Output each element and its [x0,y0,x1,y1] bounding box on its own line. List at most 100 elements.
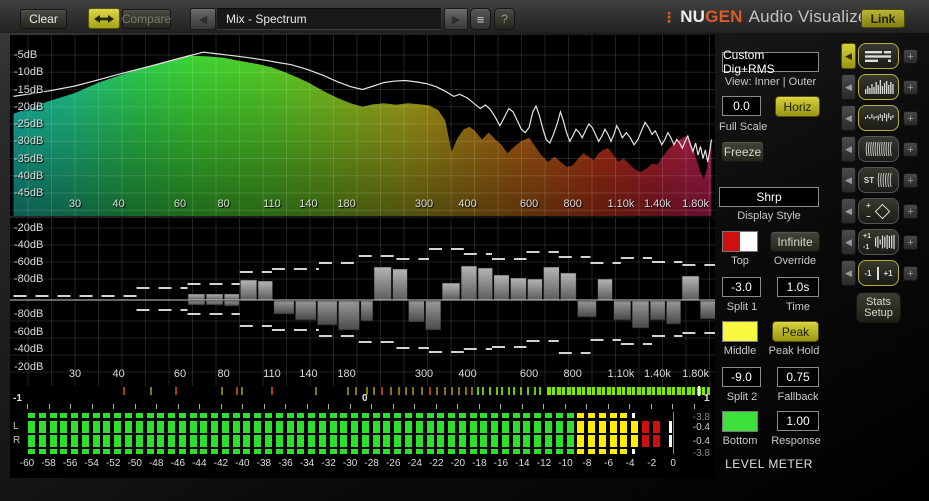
view7-collapse-button[interactable]: ◀ [841,229,856,255]
view7-correlation-history-button[interactable]: +1 -1 [858,229,899,255]
peak-readout-left: -0.4 [692,422,710,433]
view3-difference-button[interactable] [858,105,899,131]
time-value[interactable]: 1.0s [777,277,819,297]
top-color-swatch[interactable] [722,231,758,252]
peak-hold-button[interactable]: Peak [772,321,819,342]
fallback-label: Fallback [777,391,819,403]
link-button[interactable]: Link [861,9,905,28]
display-style-value[interactable]: Shrp [719,187,819,207]
split1-value[interactable]: -3.0 [722,277,761,297]
meter-segment [135,435,143,447]
view1-level-meter-button[interactable] [858,43,899,69]
meter-segment [534,413,542,418]
horiz-button[interactable]: Horiz [775,96,820,117]
meter-mode-display[interactable]: Custom Dig+RMS [722,48,819,76]
view5-collapse-button[interactable]: ◀ [841,167,856,193]
logo-suffix: Audio Visualizer [748,7,874,26]
compare-button[interactable]: Compare [122,9,171,29]
meter-segment [71,435,79,447]
bars-freq-label: 300 [414,368,434,380]
meter-segment [189,449,197,454]
bottom-color-swatch[interactable] [722,411,758,432]
view8-collapse-button[interactable]: ◀ [841,260,856,286]
meter-segment [103,421,111,433]
bars-freq-label: 110 [263,368,281,380]
meter-segment [92,435,100,447]
help-button[interactable]: ? [494,8,515,30]
view3-add-button[interactable]: + [903,111,918,126]
preset-menu-button[interactable]: ≡ [470,8,491,30]
correlation-tick [496,387,498,395]
meter-segment [318,421,326,433]
meter-segment [275,435,283,447]
correlation-tick [241,387,243,395]
clear-button[interactable]: Clear [20,9,67,29]
view3-collapse-button[interactable]: ◀ [841,105,856,131]
meter-segment [566,413,574,418]
correlation-tick [429,387,431,395]
view8-correlation-meter-button[interactable]: -1 +1 [858,260,899,286]
freeze-button[interactable]: Freeze [721,141,764,162]
view4-collapse-button[interactable]: ◀ [841,136,856,162]
view-mode-label[interactable]: View: Inner | Outer [718,76,823,88]
spectrum-freq-label: 600 [519,198,539,210]
meter-segment [135,413,143,418]
meter-segment [620,421,628,433]
meter-segment [157,413,165,418]
view4-spectrogram-button[interactable] [858,136,899,162]
preset-prev-button[interactable]: ◀ [190,8,216,30]
correlation-tick [489,387,491,395]
channel-label-right: R [13,435,21,446]
bars-freq-label: 80 [217,368,230,380]
middle-color-swatch[interactable] [722,321,758,342]
view6-add-button[interactable]: + [903,204,918,219]
meter-segment [232,435,240,447]
ruler-tick [242,404,243,409]
bars-freq-label: 1.10k [607,368,635,380]
spectrogram-icon [865,141,892,157]
split2-value[interactable]: -9.0 [722,367,761,387]
meter-segment [555,421,563,433]
view5-stereo-spectrogram-button[interactable]: ST [858,167,899,193]
meter-segment [264,435,272,447]
view1-add-button[interactable]: + [903,49,918,64]
bars-db-label: -40dB [14,343,44,356]
ruler-tick [307,404,308,409]
view1-collapse-button[interactable]: ◀ [841,43,856,69]
meter-segment [114,413,122,418]
ab-swap-button[interactable] [88,8,120,29]
stats-setup-line2: Setup [864,306,893,319]
meter-segment [361,413,369,418]
meter-scale-label: -58 [41,458,56,469]
meter-segment [588,435,595,447]
preset-next-button[interactable]: ▶ [444,8,468,30]
peak-hold-marker [668,435,672,447]
meter-segment [38,449,46,454]
view8-add-button[interactable]: + [903,266,918,281]
stats-setup-button[interactable]: Stats Setup [856,292,901,323]
ruler-tick [651,404,652,409]
view5-add-button[interactable]: + [903,173,918,188]
preset-selector[interactable]: Mix - Spectrum [217,8,441,30]
meter-segment [577,435,585,447]
chevron-right-icon: ▶ [451,13,461,26]
meter-segment [631,421,639,433]
meter-segment [254,435,262,447]
full-scale-value[interactable]: 0.0 [722,96,761,116]
fallback-value[interactable]: 0.75 [777,367,819,387]
correlation-tick [444,387,446,395]
meter-segment [512,449,520,454]
view6-vectorscope-button[interactable]: + − [858,198,899,224]
view2-spectrum-bars-button[interactable] [858,74,899,100]
meter-segment [588,449,595,454]
infinite-button[interactable]: Infinite [770,231,820,252]
view4-add-button[interactable]: + [903,142,918,157]
view7-add-button[interactable]: + [903,235,918,250]
meter-segment [361,421,369,433]
view2-collapse-button[interactable]: ◀ [841,74,856,100]
view2-add-button[interactable]: + [903,80,918,95]
meter-segment [157,421,165,433]
view6-collapse-button[interactable]: ◀ [841,198,856,224]
response-value[interactable]: 1.00 [777,411,819,431]
ruler-tick [92,404,93,409]
